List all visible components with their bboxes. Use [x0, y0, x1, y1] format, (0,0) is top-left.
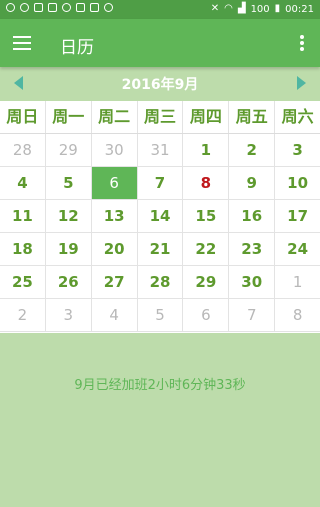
grid-icon: [48, 3, 57, 12]
calendar-day[interactable]: 20: [92, 233, 138, 265]
image-icon: [34, 3, 43, 12]
weekday-label: 周日: [0, 101, 46, 133]
calendar-week-row: 2345678: [0, 299, 320, 332]
wifi-icon: ◠: [224, 3, 233, 14]
calendar-day[interactable]: 18: [0, 233, 46, 265]
calendar-day[interactable]: 2: [229, 134, 276, 166]
clock-icon: [20, 3, 29, 12]
calendar-day[interactable]: 8: [275, 299, 320, 331]
calendar-day[interactable]: 5: [138, 299, 184, 331]
month-title: 2016年9月: [121, 77, 199, 93]
calendar-day[interactable]: 2: [0, 299, 46, 331]
calendar-day[interactable]: 12: [46, 200, 92, 232]
calendar-day[interactable]: 4: [0, 167, 46, 199]
calendar-week-row: 18 19 20 21 22 23 24: [0, 233, 320, 266]
battery-icon: ▮: [274, 3, 281, 14]
weekday-label: 周五: [229, 101, 276, 133]
next-month-icon[interactable]: [297, 76, 306, 90]
calendar-day[interactable]: 10: [275, 167, 320, 199]
battery-level: 100: [250, 3, 270, 15]
calendar-day[interactable]: 15: [183, 200, 230, 232]
calendar-day[interactable]: 26: [46, 266, 92, 298]
calendar-day[interactable]: 8: [183, 167, 230, 199]
calendar-day[interactable]: 22: [183, 233, 230, 265]
overflow-menu-icon[interactable]: [300, 35, 304, 51]
vibrate-off-icon: ✕: [210, 3, 220, 14]
calendar-day[interactable]: 29: [183, 266, 230, 298]
menu-icon[interactable]: [13, 36, 31, 50]
weekday-label: 周三: [138, 101, 184, 133]
system-icons: ✕ ◠ ▟ 100 ▮ 00:21: [211, 3, 314, 15]
calendar-day[interactable]: 16: [229, 200, 276, 232]
clock-icon: [6, 3, 15, 12]
notification-icons: [6, 3, 113, 12]
calendar-week-row: 4 5 6 7 8 9 10: [0, 167, 320, 200]
calendar-day[interactable]: 17: [275, 200, 320, 232]
calendar-day[interactable]: 21: [138, 233, 184, 265]
app-bar: 日历: [0, 19, 320, 67]
calendar-day[interactable]: 24: [275, 233, 320, 265]
calendar-day[interactable]: 4: [92, 299, 138, 331]
calendar-day-selected[interactable]: 6: [91, 167, 138, 199]
circle-icon: [104, 3, 113, 12]
calendar-day[interactable]: 19: [46, 233, 92, 265]
calendar-day[interactable]: 7: [229, 299, 276, 331]
calendar-grid: 周日 周一 周二 周三 周四 周五 周六 28 29 30 31 1 2 3 4 5 6 7 8 9 10…: [0, 101, 320, 333]
status-bar: ✕ ◠ ▟ 100 ▮ 00:21: [0, 0, 320, 19]
calendar-day[interactable]: 1: [183, 134, 230, 166]
weekday-label: 周六: [281, 107, 314, 126]
calendar-day[interactable]: 13: [92, 200, 138, 232]
app-title: 日历: [60, 38, 94, 58]
calendar-week-row: 28 29 30 31 1 2 3: [0, 134, 320, 167]
calendar-day[interactable]: 25: [0, 266, 46, 298]
month-navigation: 2016年9月: [0, 67, 320, 101]
calendar-day[interactable]: 30: [229, 266, 276, 298]
weibo-icon: [62, 3, 71, 12]
calendar-weeks: 28 29 30 31 1 2 3 4 5 6 7 8 9 10 11 12 13 14 15 16 17 18 19 20 2…: [0, 134, 320, 332]
calendar-day[interactable]: 6: [183, 299, 230, 331]
weekday-label: 周四: [183, 101, 230, 133]
signal-icon: ▟: [237, 3, 246, 14]
calendar-day[interactable]: 7: [138, 167, 184, 199]
calendar-day[interactable]: 23: [229, 233, 276, 265]
weekday-label: 周一: [46, 101, 92, 133]
calendar-day[interactable]: 3: [46, 299, 92, 331]
clock-time: 00:21: [285, 3, 314, 15]
calendar-day[interactable]: 27: [92, 266, 138, 298]
calendar-week-row: 11 12 13 14 15 16 17: [0, 200, 320, 233]
calendar-day[interactable]: 3: [275, 134, 320, 166]
weekday-label: 周二: [92, 101, 138, 133]
calendar-day[interactable]: 28: [138, 266, 184, 298]
calendar-day[interactable]: 28: [0, 134, 46, 166]
phone-icon: [90, 3, 99, 12]
calendar-day[interactable]: 29: [46, 134, 92, 166]
calendar-day[interactable]: 30: [92, 134, 138, 166]
weekday-header: 周日 周一 周二 周三 周四 周五 周六: [0, 101, 320, 134]
calendar-day[interactable]: 1: [275, 266, 320, 298]
calendar-day[interactable]: 11: [0, 200, 46, 232]
usb-icon: [76, 3, 85, 12]
calendar-day[interactable]: 9: [229, 167, 276, 199]
calendar-day[interactable]: 14: [138, 200, 184, 232]
calendar-day[interactable]: 31: [138, 134, 184, 166]
calendar-day[interactable]: 5: [46, 167, 92, 199]
overtime-summary: 9月已经加班2小时6分钟33秒: [74, 378, 246, 393]
calendar-week-row: 25 26 27 28 29 30 1: [0, 266, 320, 299]
